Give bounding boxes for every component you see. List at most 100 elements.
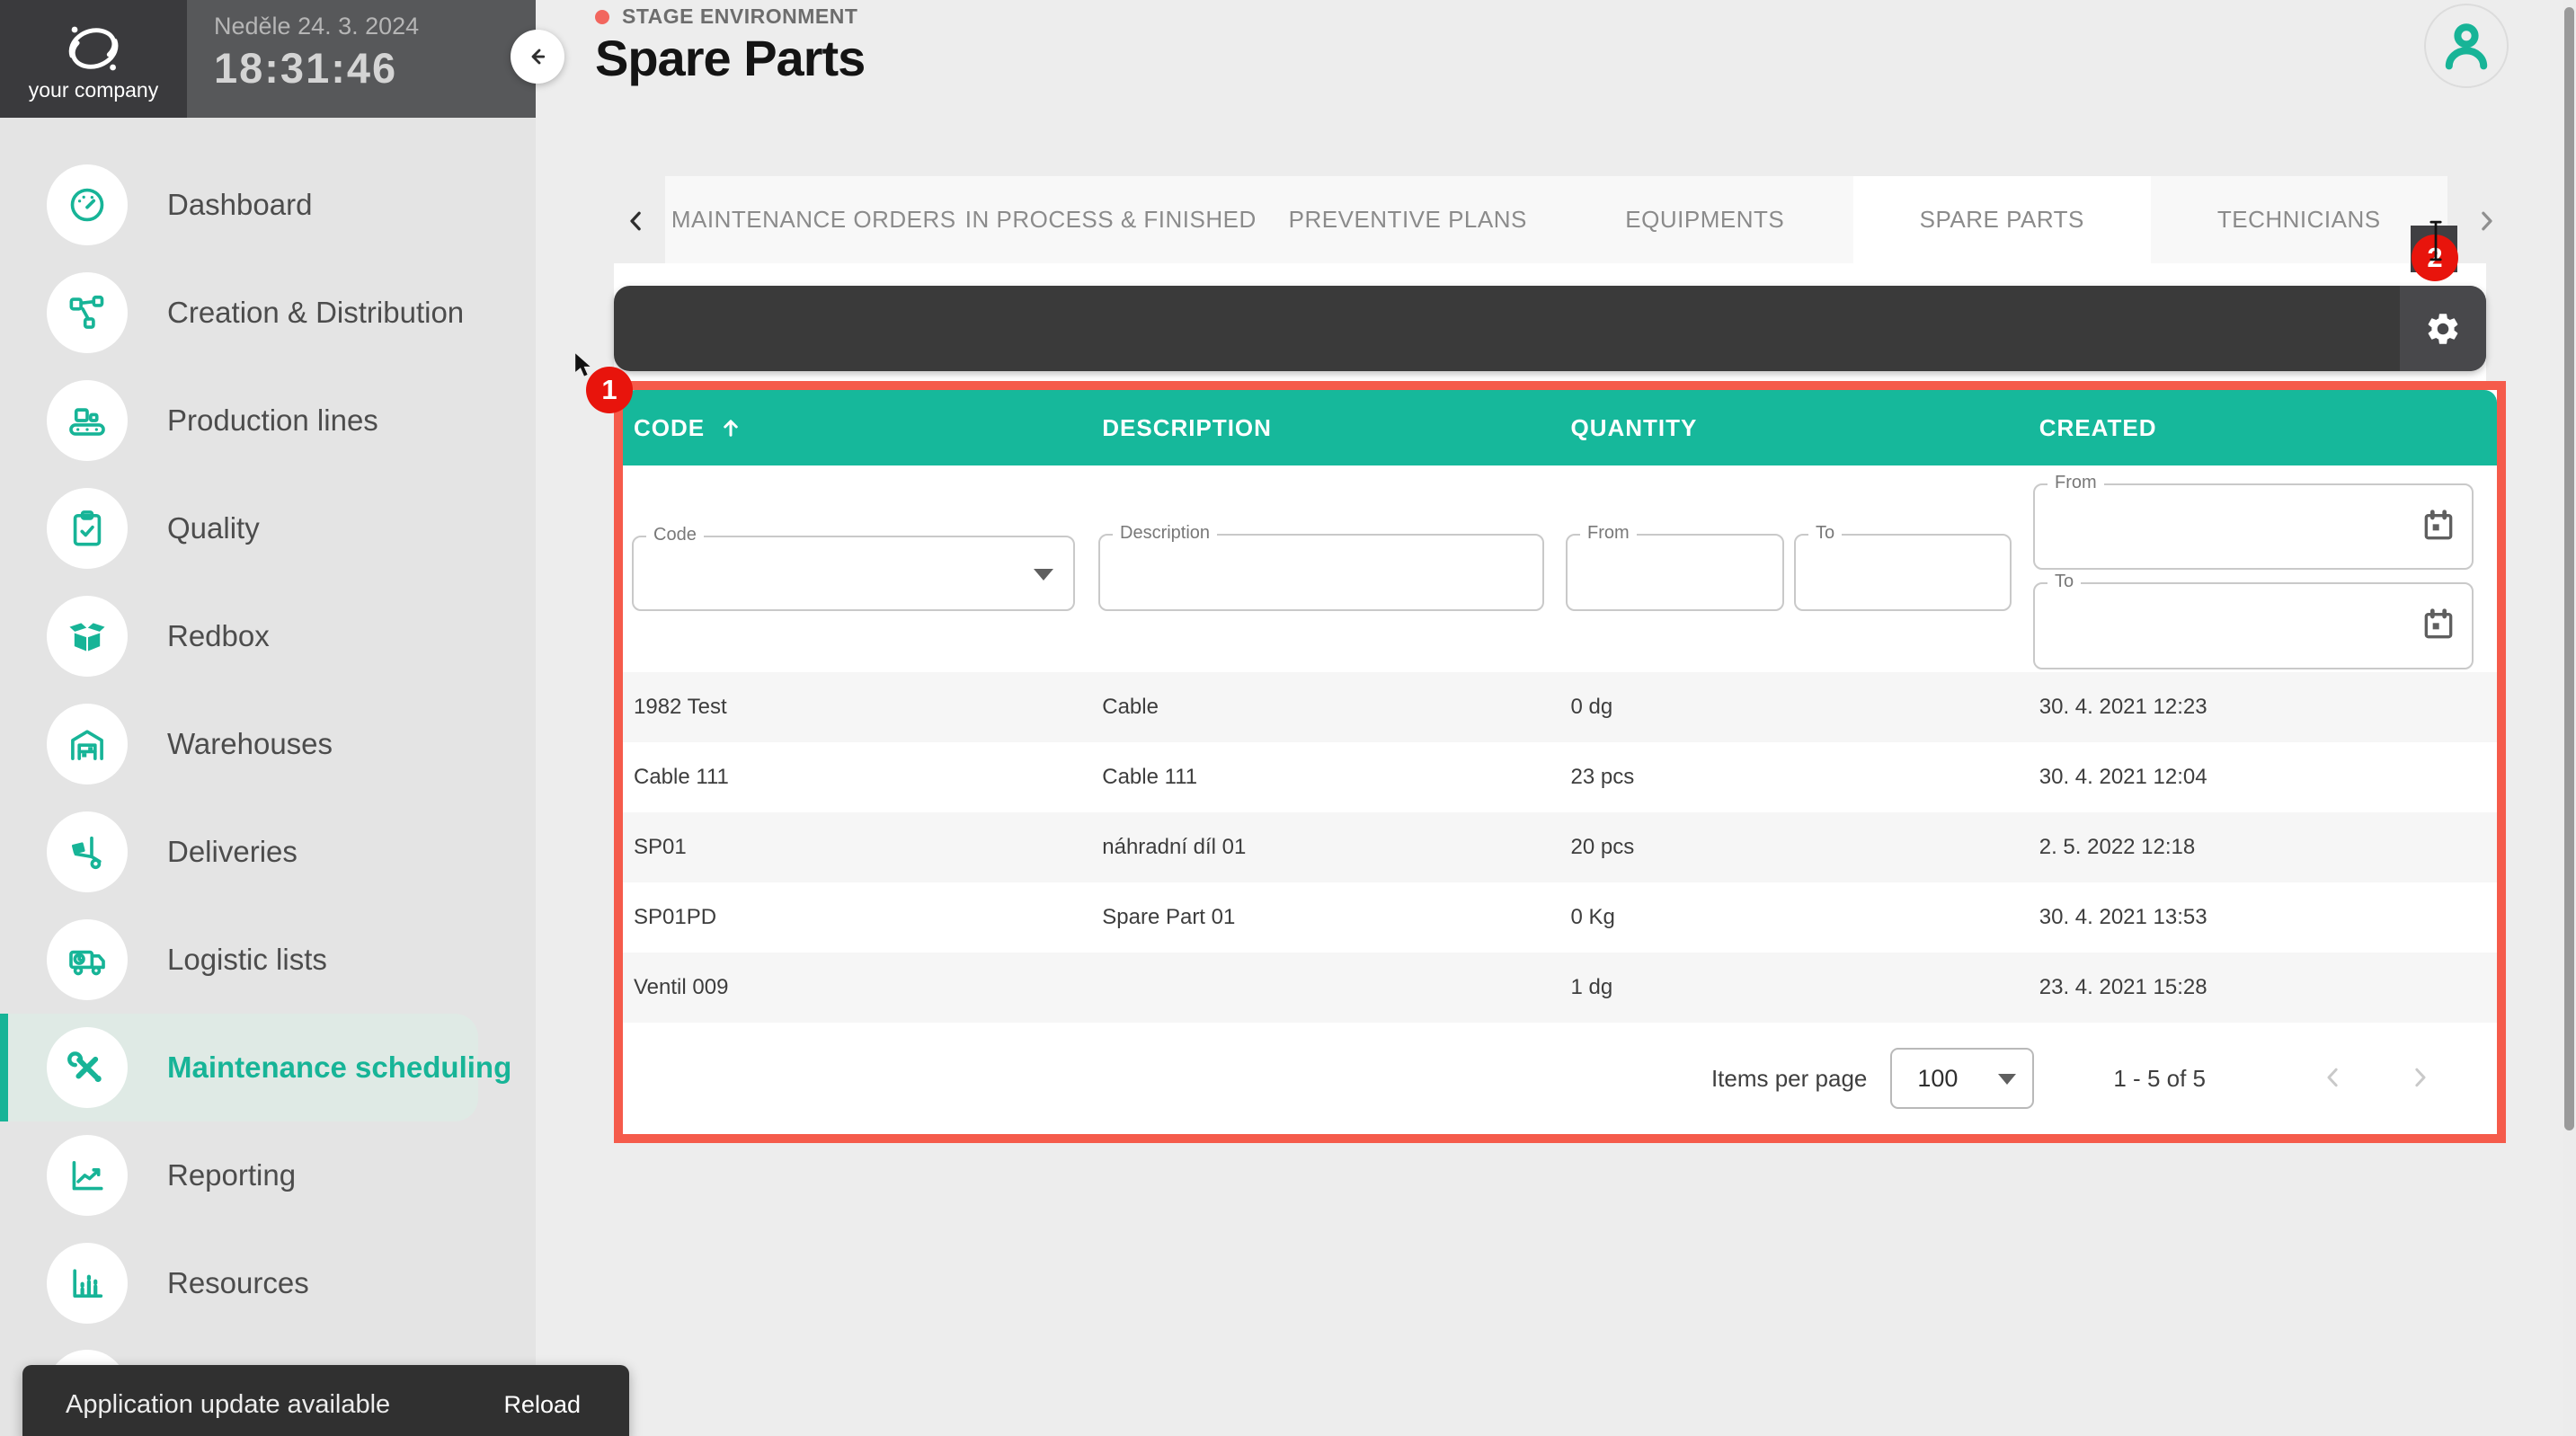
sidebar-item-warehouses[interactable]: Warehouses <box>0 690 536 798</box>
sidebar-item-deliveries[interactable]: Deliveries <box>0 798 536 906</box>
column-header-label: QUANTITY <box>1571 414 1698 442</box>
cell-quantity: 20 pcs <box>1560 812 2029 882</box>
created-from-filter-input[interactable]: From <box>2033 483 2474 570</box>
column-header-code[interactable]: CODE <box>623 390 1091 465</box>
conveyor-icon <box>47 380 128 461</box>
open-box-icon <box>47 596 128 677</box>
sidebar-item-quality[interactable]: Quality <box>0 474 536 582</box>
tabs-scroll-right-button[interactable] <box>2466 201 2506 241</box>
warehouse-icon <box>47 704 128 784</box>
paginator: Items per page 100 1 - 5 of 5 <box>623 1023 2497 1134</box>
sidebar-item-production-lines[interactable]: Production lines <box>0 367 536 474</box>
code-filter-select[interactable]: Code <box>632 536 1075 611</box>
column-header-description[interactable]: DESCRIPTION <box>1091 390 1559 465</box>
sidebar-item-maintenance-scheduling[interactable]: Maintenance scheduling <box>0 1014 478 1121</box>
tab-maintenance-orders[interactable]: MAINTENANCE ORDERS <box>665 176 963 263</box>
sidebar-item-creation-and-distribution[interactable]: Creation & Distribution <box>0 259 536 367</box>
text-cursor-icon <box>2427 219 2445 262</box>
tab-technicians[interactable]: TECHNICIANS <box>2151 176 2448 263</box>
cell-code: SP01 <box>623 812 1091 882</box>
gauge-icon <box>47 164 128 245</box>
environment-badge: STAGE ENVIRONMENT <box>595 4 857 29</box>
previous-page-button[interactable] <box>2314 1059 2353 1098</box>
sidebar-item-label: Creation & Distribution <box>167 296 464 330</box>
table-row[interactable]: Ventil 0091 dg23. 4. 2021 15:28 <box>623 953 2497 1023</box>
items-per-page-select[interactable]: 100 <box>1890 1048 2034 1109</box>
sidebar-item-dashboard[interactable]: Dashboard <box>0 151 536 259</box>
chevron-right-icon <box>2406 1064 2433 1091</box>
table-header-row: CODE DESCRIPTION QUANTITY CREATED <box>623 390 2497 465</box>
items-per-page-value: 100 <box>1917 1065 1958 1093</box>
tab-spare-parts[interactable]: SPARE PARTS <box>1853 176 2151 263</box>
sidebar-item-label: Resources <box>167 1266 309 1300</box>
person-icon <box>2438 17 2495 75</box>
dropdown-arrow-icon <box>1034 569 1053 581</box>
sidebar-nav: Dashboard Creation & Distribution Produc… <box>0 118 536 1436</box>
environment-label: STAGE ENVIRONMENT <box>622 4 857 29</box>
next-page-button[interactable] <box>2400 1059 2439 1098</box>
calendar-from-button[interactable] <box>2418 506 2459 547</box>
sidebar-item-reporting[interactable]: Reporting <box>0 1121 536 1229</box>
chevron-right-icon <box>2473 208 2500 235</box>
tab-in-process-and-finished[interactable]: IN PROCESS & FINISHED <box>963 176 1260 263</box>
sidebar-item-label: Dashboard <box>167 188 312 222</box>
cell-created: 2. 5. 2022 12:18 <box>2029 812 2497 882</box>
created-from-filter-label: From <box>2047 473 2104 493</box>
date-label: Neděle 24. 3. 2024 <box>214 13 419 40</box>
scrollbar-track[interactable] <box>2563 0 2576 1436</box>
description-filter-label: Description <box>1113 523 1217 544</box>
spare-parts-table-region: CODE DESCRIPTION QUANTITY CREATED Code D… <box>614 381 2506 1143</box>
tabs-scroll-left-button[interactable] <box>617 201 656 241</box>
quantity-from-filter-label: From <box>1580 523 1637 544</box>
column-header-quantity[interactable]: QUANTITY <box>1560 390 2029 465</box>
clock: 18:31:46 <box>214 43 419 93</box>
hand-truck-icon <box>47 811 128 892</box>
page-title: Spare Parts <box>595 29 865 87</box>
tab-equipments[interactable]: EQUIPMENTS <box>1557 176 1854 263</box>
quantity-from-filter-input[interactable]: From <box>1566 534 1784 611</box>
user-avatar-button[interactable] <box>2424 4 2509 88</box>
table-row[interactable]: Cable 111Cable 11123 pcs30. 4. 2021 12:0… <box>623 742 2497 812</box>
truck-icon <box>47 919 128 1000</box>
tab-preventive-plans[interactable]: PREVENTIVE PLANS <box>1259 176 1557 263</box>
calendar-icon <box>2421 508 2456 544</box>
calendar-to-button[interactable] <box>2418 606 2459 647</box>
cell-description: Cable 111 <box>1091 742 1559 812</box>
sidebar-item-redbox[interactable]: Redbox <box>0 582 536 690</box>
company-name: your company <box>29 78 158 102</box>
cell-description <box>1091 953 1559 1023</box>
quantity-to-filter-input[interactable]: To <box>1794 534 2012 611</box>
page-range-label: 1 - 5 of 5 <box>2113 1065 2206 1093</box>
settings-button[interactable] <box>2400 286 2486 371</box>
cell-created: 30. 4. 2021 12:23 <box>2029 672 2497 742</box>
sidebar-item-logistic-lists[interactable]: Logistic lists <box>0 906 536 1014</box>
line-chart-icon <box>47 1135 128 1216</box>
tab-bar: MAINTENANCE ORDERSIN PROCESS & FINISHEDP… <box>665 176 2447 263</box>
sidebar-item-resources[interactable]: Resources <box>0 1229 536 1337</box>
update-snackbar: Application update available Reload <box>22 1365 629 1436</box>
sidebar-item-label: Production lines <box>167 403 378 438</box>
environment-dot-icon <box>595 10 609 24</box>
gear-icon <box>2424 310 2462 348</box>
table-row[interactable]: SP01PDSpare Part 010 Kg30. 4. 2021 13:53 <box>623 882 2497 953</box>
cell-description: Spare Part 01 <box>1091 882 1559 953</box>
created-to-filter-input[interactable]: To <box>2033 582 2474 669</box>
scrollbar-thumb[interactable] <box>2564 7 2574 1130</box>
chevron-left-icon <box>2320 1064 2347 1091</box>
datetime-widget: Neděle 24. 3. 2024 18:31:46 <box>214 13 419 93</box>
sidebar-item-label: Deliveries <box>167 835 298 869</box>
column-header-created[interactable]: CREATED <box>2029 390 2497 465</box>
cell-created: 23. 4. 2021 15:28 <box>2029 953 2497 1023</box>
column-header-label: CREATED <box>2039 414 2157 442</box>
table-row[interactable]: 1982 TestCable0 dg30. 4. 2021 12:23 <box>623 672 2497 742</box>
sidebar-item-label: Quality <box>167 511 260 545</box>
snackbar-message: Application update available <box>66 1390 503 1420</box>
sidebar-item-label: Warehouses <box>167 727 333 761</box>
cell-code: Cable 111 <box>623 742 1091 812</box>
table-row[interactable]: SP01náhradní díl 0120 pcs2. 5. 2022 12:1… <box>623 812 2497 882</box>
logo-swirl-icon <box>60 15 127 82</box>
back-button[interactable] <box>511 30 564 84</box>
code-filter-label: Code <box>646 525 704 545</box>
description-filter-input[interactable]: Description <box>1098 534 1544 611</box>
reload-button[interactable]: Reload <box>503 1391 581 1419</box>
